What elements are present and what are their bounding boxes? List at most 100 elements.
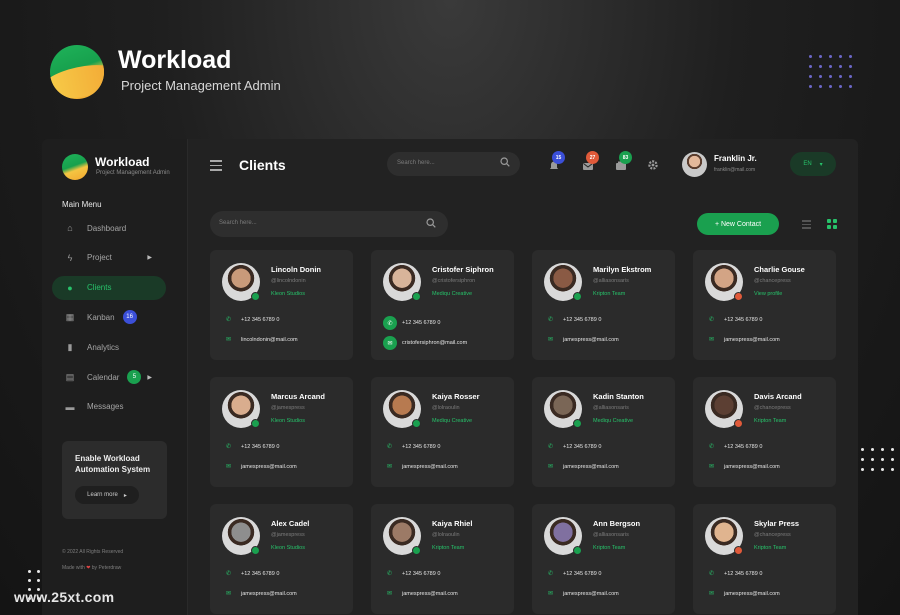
phone-row[interactable]: ✆ +12 345 6789 0 — [224, 316, 279, 324]
client-phone: +12 345 6789 0 — [402, 320, 441, 326]
sidebar-item-project[interactable]: ϟ Project ▶ — [52, 246, 166, 270]
sidebar-app-subtitle: Project Management Admin — [96, 170, 170, 176]
search-placeholder: Search here... — [397, 160, 435, 166]
notification-badge: 15 — [552, 151, 565, 164]
email-row[interactable]: ✉ jamespress@mail.com — [385, 463, 458, 471]
client-card[interactable]: Davis Arcand @chancepress Kripton Team ✆ +12… — [693, 377, 836, 487]
language-select[interactable]: EN ▾ — [790, 152, 836, 176]
phone-row[interactable]: ✆ +12 345 6789 0 — [385, 443, 440, 451]
email-row[interactable]: ✉ jamespress@mail.com — [546, 336, 619, 344]
phone-row[interactable]: ✆ +12 345 6789 0 — [224, 443, 279, 451]
phone-icon: ✆ — [386, 444, 393, 450]
phone-row[interactable]: ✆ +12 345 6789 0 — [707, 443, 762, 451]
client-card[interactable]: Lincoln Donin @lincolndonin Kleon Studios ✆… — [210, 250, 353, 360]
client-handle: @cristofersiphron — [432, 278, 476, 284]
client-card[interactable]: Skylar Press @chancepress Kripton Team ✆ +12… — [693, 504, 836, 614]
client-company[interactable]: Kleon Studios — [271, 545, 305, 551]
phone-row[interactable]: ✆ +12 345 6789 0 — [546, 570, 602, 578]
client-card[interactable]: Kadin Stanton @alliasonsaris Mediqu Creati… — [532, 377, 675, 487]
client-card[interactable]: Cristofer Siphron @cristofersiphron Mediqu… — [371, 250, 514, 360]
email-row[interactable]: ✉ jamespress@mail.com — [224, 463, 297, 471]
client-company[interactable]: Mediqu Creative — [593, 418, 633, 424]
new-contact-button[interactable]: + New Contact — [697, 213, 779, 235]
sidebar-item-label: Kanban — [87, 312, 115, 322]
mail-icon: ✉ — [547, 464, 554, 470]
email-row[interactable]: ✉ jamespress@mail.com — [546, 590, 619, 598]
mail-button[interactable]: 27 — [582, 151, 599, 171]
client-handle: @lincolndonin — [271, 278, 306, 284]
inbox-button[interactable]: 83 — [615, 151, 632, 171]
client-card[interactable]: Marcus Arcand @jamespress Kleon Studios ✆ +1… — [210, 377, 353, 487]
client-company[interactable]: Kripton Team — [754, 545, 786, 551]
sidebar-item-label: Calendar — [87, 372, 120, 382]
avatar[interactable] — [682, 152, 707, 177]
client-company[interactable]: View profile — [754, 291, 782, 297]
client-card[interactable]: Alex Cadel @jamespress Kleon Studios ✆ +12 3… — [210, 504, 353, 614]
workload-logo — [50, 45, 104, 99]
gear-icon[interactable] — [647, 159, 659, 171]
client-card[interactable]: Marilyn Ekstrom @alliasonsaris Kripton Tea… — [532, 250, 675, 360]
phone-row[interactable]: ✆ +12 345 6789 0 — [707, 316, 762, 324]
user-icon: ● — [67, 282, 73, 293]
client-name: Kaiya Rhiel — [432, 519, 473, 528]
mail-icon: ✉ — [708, 337, 715, 343]
bolt-icon: ϟ — [67, 252, 73, 263]
email-row[interactable]: ✉ jamespress@mail.com — [707, 336, 780, 344]
sidebar-item-label: Dashboard — [87, 223, 127, 233]
mail-icon: ✉ — [708, 591, 715, 597]
email-row[interactable]: ✉ jamespress@mail.com — [707, 463, 780, 471]
phone-row[interactable]: ✆ +12 345 6789 0 — [707, 570, 762, 578]
home-icon: ⌂ — [67, 223, 73, 233]
phone-row[interactable]: ✆ +12 345 6789 0 — [383, 316, 441, 330]
phone-row[interactable]: ✆ +12 345 6789 0 — [385, 570, 441, 578]
client-card[interactable]: Kaiya Rosser @lolraoulin Mediqu Creative ✆ +… — [371, 377, 514, 487]
list-view-icon[interactable] — [802, 220, 811, 229]
client-email: jamespress@mail.com — [402, 463, 458, 470]
email-row[interactable]: ✉ jamespress@mail.com — [707, 590, 780, 598]
client-handle: @jamespress — [271, 405, 305, 411]
calendar-icon: ▤ — [65, 371, 75, 382]
grid-view-icon[interactable] — [827, 219, 837, 229]
client-card[interactable]: Ann Bergson @alliasonsaris Kripton Team ✆ +1… — [532, 504, 675, 614]
status-indicator — [251, 292, 260, 301]
phone-row[interactable]: ✆ +12 345 6789 0 — [224, 570, 279, 578]
client-company[interactable]: Mediqu Creative — [432, 291, 472, 297]
sidebar-item-kanban[interactable]: ▦ Kanban 16 — [52, 305, 166, 329]
hamburger-menu-icon[interactable] — [210, 160, 222, 174]
client-company[interactable]: Kripton Team — [593, 545, 625, 551]
phone-icon: ✆ — [225, 317, 232, 323]
email-row[interactable]: ✉ cristofersiphron@mail.com — [383, 336, 467, 350]
automation-promo: Enable Workload Automation System Learn … — [62, 441, 167, 519]
client-company[interactable]: Kripton Team — [593, 291, 625, 297]
learn-more-button[interactable]: Learn more ▸ — [75, 486, 139, 504]
email-row[interactable]: ✉ jamespress@mail.com — [385, 590, 458, 598]
client-phone: +12 345 6789 0 — [402, 570, 441, 577]
client-phone: +12 345 6789 0 — [563, 570, 602, 577]
client-card[interactable]: Charlie Gouse @chancepress View profile ✆ +1… — [693, 250, 836, 360]
client-name: Davis Arcand — [754, 392, 802, 401]
email-row[interactable]: ✉ lincolndonin@mail.com — [224, 336, 298, 344]
sidebar-item-analytics[interactable]: ▮ Analytics — [52, 335, 166, 359]
sidebar-item-messages[interactable]: ▬ Messages — [52, 395, 166, 419]
client-company[interactable]: Kripton Team — [754, 418, 786, 424]
phone-row[interactable]: ✆ +12 345 6789 0 — [546, 443, 601, 451]
count-badge: 16 — [122, 310, 137, 325]
client-name: Alex Cadel — [271, 519, 310, 528]
sidebar-item-dashboard[interactable]: ⌂ Dashboard — [52, 216, 166, 240]
header-search-input[interactable]: Search here... — [387, 152, 520, 176]
client-company[interactable]: Mediqu Creative — [432, 418, 472, 424]
user-email: franklin@mail.com — [714, 167, 756, 173]
phone-row[interactable]: ✆ +12 345 6789 0 — [546, 316, 601, 324]
status-indicator — [412, 419, 421, 428]
client-company[interactable]: Kleon Studios — [271, 418, 305, 424]
client-card[interactable]: Kaiya Rhiel @lolraoulin Kripton Team ✆ +12 3… — [371, 504, 514, 614]
sidebar-item-calendar[interactable]: ▤ Calendar 5 ▶ — [52, 365, 166, 389]
sidebar-item-clients[interactable]: ● Clients — [52, 275, 166, 300]
email-row[interactable]: ✉ jamespress@mail.com — [546, 463, 619, 471]
client-name: Marilyn Ekstrom — [593, 265, 652, 274]
clients-search-input[interactable]: Search here... — [210, 211, 448, 237]
email-row[interactable]: ✉ jamespress@mail.com — [224, 590, 297, 598]
client-company[interactable]: Kripton Team — [432, 545, 464, 551]
client-company[interactable]: Kleon Studios — [271, 291, 305, 297]
bell-button[interactable]: 15 — [548, 151, 565, 171]
